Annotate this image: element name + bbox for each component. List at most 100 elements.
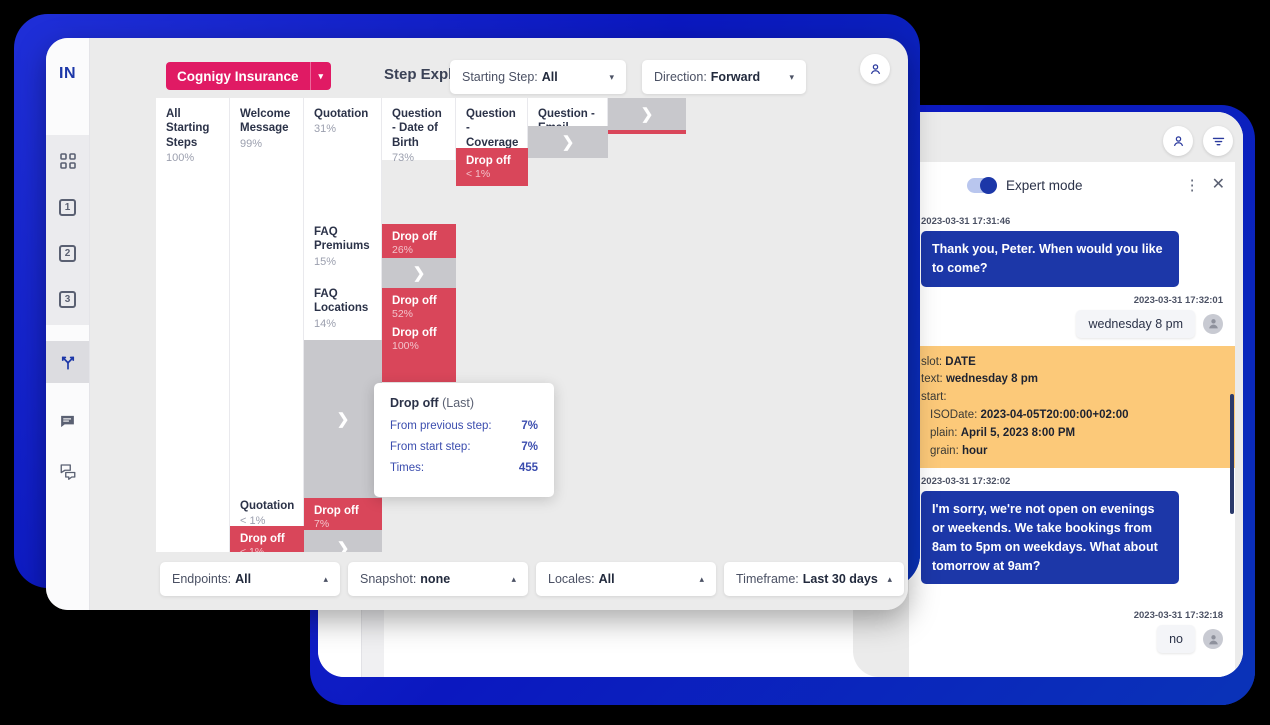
select-value: Forward (710, 70, 761, 84)
chat-scrollbar[interactable] (1230, 394, 1234, 514)
drop-off-label: Drop off (392, 231, 437, 243)
tooltip-key: From start step: (390, 441, 471, 453)
direction-select[interactable]: Direction: Forward ▾ (642, 60, 806, 94)
select-label: Starting Step: (462, 70, 538, 84)
drop-off-cell[interactable]: Drop off < 1% (456, 148, 528, 186)
chevron-right-icon: ❯ (336, 411, 350, 428)
expert-mode-label: Expert mode (1006, 177, 1083, 193)
message-user: 2023-03-31 17:32:01 wednesday 8 pm (909, 295, 1235, 338)
tooltip-title-bold: Drop off (390, 396, 439, 410)
drop-off-cell[interactable]: Drop off 100% (382, 320, 456, 382)
tooltip-row: From start step: 7% (390, 441, 538, 453)
chevron-right-icon: ❯ (561, 134, 575, 151)
drop-off-tooltip: Drop off (Last) From previous step: 7% F… (374, 383, 554, 497)
tooltip-title: Drop off (Last) (390, 396, 538, 410)
sidebar-item-branch[interactable] (46, 341, 89, 383)
step-cell[interactable]: Welcome Message 99% (230, 98, 304, 490)
step-cell[interactable]: Question - Coverage 99% (456, 98, 528, 164)
step-percent: 14% (314, 317, 337, 330)
step-cell[interactable]: Question - Date of Birth 73% (382, 98, 456, 164)
drop-off-label: Drop off (392, 327, 437, 339)
step-cell[interactable]: Quotation 31% (304, 98, 382, 216)
step-percent: 15% (314, 255, 337, 268)
drop-off-percent: 26% (392, 244, 414, 256)
slot-line: text: wednesday 8 pm (921, 373, 1038, 386)
sidebar-item-grid[interactable] (54, 149, 82, 173)
chevron-down-icon: ▾ (789, 71, 794, 82)
project-selector-button[interactable]: Cognigy Insurance ▾ (166, 62, 332, 90)
sidebar-item-chat[interactable] (54, 409, 82, 433)
tooltip-title-rest: (Last) (438, 396, 475, 410)
select-value: Last 30 days (802, 572, 878, 586)
tooltip-value: 7% (521, 441, 538, 453)
step-cell[interactable]: Quotation < 1% (230, 490, 304, 527)
step-name: Question - Date of Birth (392, 108, 442, 149)
drop-off-label: Drop off (466, 155, 511, 167)
select-label: Snapshot: (360, 572, 417, 586)
select-value: All (235, 572, 252, 586)
select-value: none (420, 572, 451, 586)
step-percent: 31% (314, 123, 337, 136)
message-timestamp: 2023-03-31 17:32:18 (1133, 610, 1223, 622)
sidebar-item-multichat[interactable] (54, 459, 82, 483)
chevron-down-icon: ▾ (609, 71, 614, 82)
locales-select[interactable]: Locales: All ▴ (536, 562, 716, 596)
tooltip-value: 7% (521, 420, 538, 432)
app-logo: IN (59, 65, 76, 82)
chevron-up-icon: ▴ (511, 573, 516, 584)
step-name: Question - Coverage (466, 108, 519, 149)
chat-menu-icon[interactable]: ⋮ (1185, 178, 1200, 193)
timeframe-select[interactable]: Timeframe: Last 30 days ▴ (724, 562, 904, 596)
drop-off-label: Drop off (392, 295, 437, 307)
more-steps-arrow[interactable]: ❯ (304, 340, 382, 498)
person-icon[interactable] (1163, 126, 1193, 156)
chevron-up-icon: ▴ (323, 573, 328, 584)
close-icon[interactable]: ✕ (1212, 177, 1225, 193)
select-value: All (541, 70, 558, 84)
drop-off-percent: 100% (392, 340, 419, 352)
select-label: Locales: (548, 572, 595, 586)
filter-icon[interactable] (1203, 126, 1233, 156)
sidebar-item-label: 2 (59, 244, 76, 262)
app-sidebar: IN 1 2 3 (46, 38, 90, 610)
drop-off-cell[interactable]: Drop off 26% (382, 224, 456, 258)
sidebar-item-label: 1 (59, 198, 76, 216)
message-timestamp: 2023-03-31 17:32:02 (921, 476, 1011, 488)
sidebar-item-2[interactable]: 2 (54, 241, 82, 265)
sidebar-item-1[interactable]: 1 (54, 195, 82, 219)
step-cell[interactable]: FAQ Locations 14% (304, 278, 382, 340)
person-icon[interactable] (860, 54, 890, 84)
chevron-right-icon: ❯ (640, 106, 654, 123)
step-cell[interactable]: All Starting Steps 100% (156, 98, 230, 558)
select-label: Timeframe: (736, 572, 799, 586)
drop-off-percent: 7% (314, 518, 330, 530)
step-cell[interactable]: Question - Email (528, 98, 608, 134)
slot-line: grain: hour (930, 444, 988, 457)
tooltip-key: From previous step: (390, 420, 492, 432)
drop-off-label: Drop off (314, 505, 359, 517)
step-explorer-canvas[interactable]: All Starting Steps 100% Welcome Message … (90, 98, 908, 566)
project-name: Cognigy Insurance (177, 68, 299, 84)
snapshot-select[interactable]: Snapshot: none ▴ (348, 562, 528, 596)
step-cell[interactable]: FAQ Premiums 15% (304, 216, 382, 278)
slot-debug-panel: slot: DATE text: wednesday 8 pm start: I… (909, 345, 1235, 469)
more-steps-arrow[interactable]: ❯ (382, 258, 456, 288)
sidebar-item-label: 3 (59, 290, 76, 308)
step-name: All Starting Steps (166, 108, 210, 149)
more-steps-arrow[interactable]: ❯ (528, 126, 608, 158)
message-text: Thank you, Peter. When would you like to… (921, 231, 1179, 287)
drop-off-cell[interactable]: Drop off 7% (304, 498, 382, 530)
endpoints-select[interactable]: Endpoints: All ▴ (160, 562, 340, 596)
step-percent: 99% (240, 137, 263, 150)
expert-mode-toggle[interactable] (967, 176, 997, 194)
message-text: I'm sorry, we're not open on evenings or… (921, 491, 1179, 585)
step-name: FAQ Premiums (314, 226, 370, 253)
drop-off-cell[interactable]: Drop off 52% (382, 288, 456, 320)
starting-step-select[interactable]: Starting Step: All ▾ (450, 60, 626, 94)
slot-line: slot: DATE (921, 355, 976, 368)
step-name: FAQ Locations (314, 288, 369, 315)
message-text: no (1157, 625, 1195, 654)
sidebar-item-3[interactable]: 3 (54, 287, 82, 311)
more-steps-arrow[interactable]: ❯ (608, 98, 686, 130)
chat-messages[interactable]: 2023-03-31 17:31:46 Thank you, Peter. Wh… (909, 208, 1235, 677)
